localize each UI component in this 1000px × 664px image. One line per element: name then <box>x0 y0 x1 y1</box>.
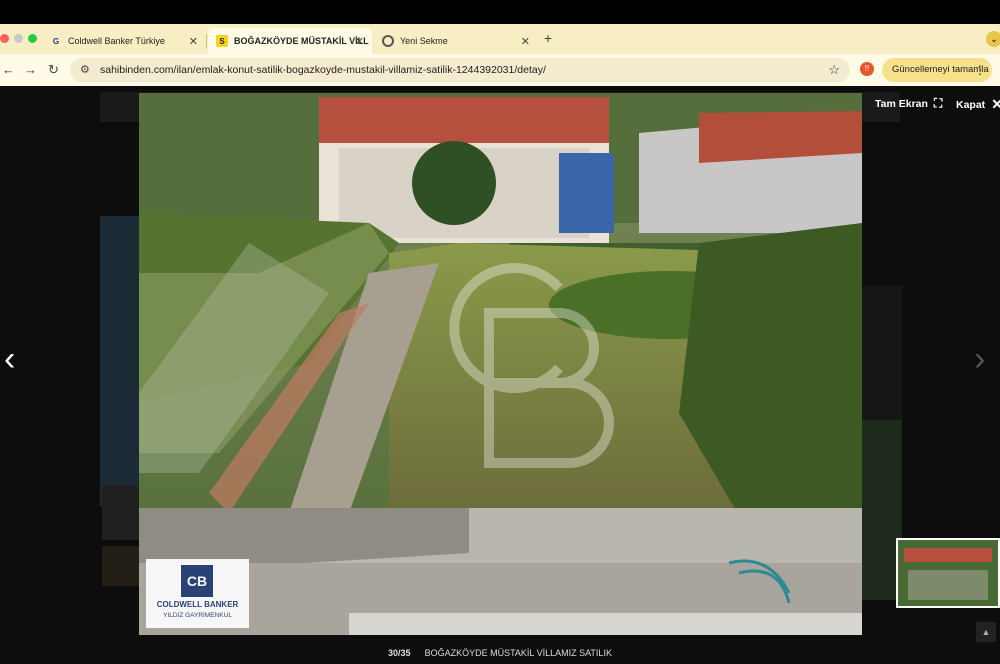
garden-villa-photo <box>139 93 862 635</box>
os-menubar <box>0 0 1000 24</box>
tab-search-icon[interactable]: ⌄ <box>986 31 1000 47</box>
tab-coldwell[interactable]: G Coldwell Banker Türkiye ✕ <box>42 28 207 54</box>
url-text: sahibinden.com/ilan/emlak-konut-satilik-… <box>100 64 546 76</box>
minimize-window-dot[interactable] <box>14 34 23 43</box>
tab-sahibinden[interactable]: S BOĞAZKÖYDE MÜSTAKİL VİLL ✕ <box>208 28 372 54</box>
cb-monogram: CB <box>181 565 213 597</box>
thumbnail-current[interactable] <box>896 538 1000 608</box>
previous-image-icon[interactable]: ‹ <box>4 340 15 379</box>
image-title: BOĞAZKÖYDE MÜSTAKİL VİLLAMIZ SATILIK <box>424 648 612 658</box>
close-tab-icon[interactable]: ✕ <box>355 35 364 48</box>
coldwell-favicon-icon: G <box>52 36 60 46</box>
tab-label: Yeni Sekme <box>400 36 448 46</box>
reload-icon[interactable]: ↻ <box>48 62 59 78</box>
image-caption: 30/35 BOĞAZKÖYDE MÜSTAKİL VİLLAMIZ SATIL… <box>0 642 1000 664</box>
kebab-menu-icon[interactable]: ⋮ <box>974 58 986 82</box>
next-image-icon[interactable]: › <box>974 340 985 379</box>
site-info-icon[interactable]: ⚙ <box>80 63 90 76</box>
thumbnail-image <box>898 540 998 606</box>
extension-icon[interactable]: !! <box>860 62 874 76</box>
close-window-dot[interactable] <box>0 34 9 43</box>
fullscreen-icon: ⛶ <box>933 96 943 110</box>
chrome-favicon-icon <box>382 35 394 47</box>
close-viewer-button[interactable]: Kapat ✕ <box>956 96 1000 113</box>
tab-label: Coldwell Banker Türkiye <box>68 36 165 46</box>
coldwell-banker-logo: CB COLDWELL BANKER YILDIZ GAYRİMENKUL <box>146 559 249 628</box>
forward-icon[interactable]: → <box>24 62 37 77</box>
browser-toolbar: ← → ↻ ⚙ sahibinden.com/ilan/emlak-konut-… <box>0 54 1000 86</box>
tab-strip: G Coldwell Banker Türkiye ✕ S BOĞAZKÖYDE… <box>0 24 1000 54</box>
back-icon[interactable]: ← <box>2 62 15 77</box>
thumb-dimmed <box>102 486 140 540</box>
tab-label: BOĞAZKÖYDE MÜSTAKİL VİLL <box>234 36 369 46</box>
fullscreen-button[interactable]: Tam Ekran ⛶ <box>875 96 942 111</box>
new-tab-button[interactable]: + <box>544 30 552 46</box>
sahibinden-favicon-icon: S <box>216 35 228 47</box>
thumb-dimmed <box>102 546 140 586</box>
close-tab-icon[interactable]: ✕ <box>189 35 198 48</box>
update-button[interactable]: Güncellemeyi tamamla ⋮ <box>882 58 992 82</box>
maximize-window-dot[interactable] <box>28 34 37 43</box>
tab-new[interactable]: Yeni Sekme ✕ <box>374 28 538 54</box>
gallery-photo <box>139 93 862 635</box>
image-counter: 30/35 <box>388 648 411 658</box>
close-tab-icon[interactable]: ✕ <box>521 35 530 48</box>
address-bar[interactable]: ⚙ sahibinden.com/ilan/emlak-konut-satili… <box>70 58 850 82</box>
close-icon: ✕ <box>991 96 1000 112</box>
bookmark-star-icon[interactable]: ☆ <box>828 62 840 78</box>
listing-image-dimmed <box>100 216 140 506</box>
scroll-top-button[interactable]: ▲ <box>976 622 996 642</box>
